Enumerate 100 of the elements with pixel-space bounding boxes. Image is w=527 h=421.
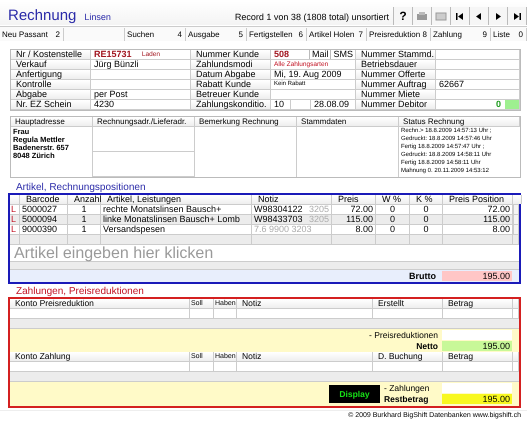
- column-header: Konto Preisreduktion: [10, 299, 190, 308]
- toolbar-button[interactable]: Neu Passant 2: [0, 28, 64, 41]
- column-header: Notiz: [237, 299, 373, 308]
- field-label: Zahlundsmodi: [191, 60, 271, 70]
- table-cell: 72.00: [332, 205, 376, 214]
- field-label: Betreuer Kunde: [191, 90, 271, 100]
- table-cell: 1: [68, 215, 101, 224]
- column-header: Hauptadresse: [11, 117, 93, 127]
- line-flag: L: [10, 225, 20, 234]
- note-text: W98433703: [254, 215, 303, 224]
- column-header: Notiz: [237, 352, 373, 361]
- table-cell: rechte Monatslinsen Bausch+: [101, 205, 252, 214]
- note-code: 7.6 9900 3203: [254, 225, 312, 234]
- field-label: Kontrolle: [11, 80, 91, 90]
- field-label: Nr. EZ Schein: [11, 100, 91, 110]
- total-label: Brutto: [409, 271, 436, 281]
- first-record-icon[interactable]: [454, 10, 466, 22]
- column-header: Erstellt: [373, 299, 443, 308]
- table-cell: linke Monatslinsen Bausch+ Lomb: [101, 215, 252, 224]
- toolbar-button[interactable]: Liste 0: [491, 28, 527, 41]
- last-record-icon[interactable]: [511, 10, 523, 22]
- summary-label: - Zahlungen: [384, 383, 430, 393]
- field-label: Nummer Miete: [356, 90, 436, 100]
- toolbar-button[interactable]: Preisreduktion 8: [367, 28, 431, 41]
- due-date: 28.08.09: [312, 100, 350, 109]
- field-label: Nummer Kunde: [191, 50, 271, 60]
- status-indicator: [505, 100, 519, 109]
- table-cell: 0: [410, 205, 443, 214]
- toolbar-button[interactable]: Zahlung 9: [431, 28, 491, 41]
- column-header: Notiz: [252, 195, 332, 204]
- field-label: Nummer Stammd.: [356, 50, 436, 60]
- note-code: 3205: [308, 215, 329, 224]
- table-cell: 1: [68, 205, 101, 214]
- column-header: D. Buchung: [373, 352, 443, 361]
- debtor-number: 0: [496, 100, 501, 109]
- column-header: Betrag: [443, 352, 513, 361]
- table-cell: 0: [376, 205, 410, 214]
- field-value: Mi, 19. Aug 2009: [274, 70, 342, 79]
- total-label: Restbetrag: [384, 394, 430, 404]
- field-label: Nummer Auftrag: [356, 80, 436, 90]
- toolbar-button[interactable]: Suchen 4: [125, 28, 186, 41]
- table-cell: 9000390: [20, 225, 68, 234]
- field-label: Nr / Kostenstelle: [11, 50, 91, 60]
- line-flag: L: [10, 205, 20, 214]
- toolbar-button[interactable]: Fertigstellen 6: [247, 28, 307, 41]
- note-text: W98304122: [254, 205, 303, 214]
- display-button[interactable]: Display: [329, 384, 380, 402]
- field-value: 4230: [94, 100, 114, 109]
- column-header: Betrag: [443, 299, 513, 308]
- field-value: 62667: [439, 80, 464, 89]
- net-total: 195.00: [442, 341, 512, 351]
- table-cell: 0: [376, 225, 410, 234]
- column-header: Preis Position: [443, 195, 513, 204]
- contact-button[interactable]: SMS: [330, 50, 355, 59]
- table-cell: 5000027: [20, 205, 68, 214]
- section-title: Artikel, Rechnungspositionen: [15, 182, 146, 193]
- gross-total: 195.00: [442, 271, 512, 281]
- invoice-number: RE15731: [94, 50, 132, 59]
- card-icon[interactable]: [435, 10, 447, 22]
- toolbar-button[interactable]: Artikel Holen 7: [307, 28, 367, 41]
- column-header: Anzahl: [68, 195, 101, 204]
- scrollbar-segment[interactable]: [513, 215, 519, 224]
- column-header: Status Rechnung: [399, 117, 520, 127]
- reduction-total: [442, 330, 512, 340]
- line-flag: L: [10, 215, 20, 224]
- record-status: Record 1 von 38 (1808 total) unsortiert: [234, 11, 389, 24]
- field-label: Datum Abgabe: [191, 70, 271, 80]
- contact-button[interactable]: Mail: [308, 50, 330, 59]
- column-header: K %: [410, 195, 443, 204]
- table-cell: Versandspesen: [101, 225, 252, 234]
- column-header: Bemerkung Rechnung: [195, 117, 297, 127]
- field-label: Zahlungskonditio.: [191, 100, 271, 110]
- column-header: Konto Zahlung: [10, 352, 190, 361]
- window-title: Rechnung: [8, 7, 76, 25]
- customer-number: 508: [274, 50, 290, 59]
- summary-label: - Preisreduktionen: [368, 330, 438, 340]
- scrollbar-segment[interactable]: [513, 225, 519, 234]
- section-title: Zahlungen, Preisreduktionen: [15, 286, 144, 297]
- field-label: Nummer Offerte: [356, 70, 436, 80]
- field-label: Verkauf: [11, 60, 91, 70]
- table-cell: 0: [376, 215, 410, 224]
- table-cell: 5000094: [20, 215, 68, 224]
- remaining-total: 195.00: [442, 394, 512, 404]
- total-label: Netto: [415, 341, 438, 351]
- field-label: Anfertigung: [11, 70, 91, 80]
- table-cell: 8.00: [332, 225, 376, 234]
- field-label: Rabatt Kunde: [191, 80, 271, 90]
- column-header: Stammdaten: [297, 117, 399, 127]
- printer-icon[interactable]: [416, 10, 428, 22]
- help-button[interactable]: ?: [394, 7, 413, 25]
- toolbar-button[interactable]: Ausgabe 5: [186, 28, 247, 41]
- payment-days: 10: [271, 100, 291, 109]
- table-cell: 115.00: [332, 215, 376, 224]
- column-header: Rechnungsadr./Lieferadr.: [93, 117, 195, 127]
- scrollbar-segment[interactable]: [513, 205, 519, 214]
- payments-total: [442, 383, 512, 393]
- field-label: Betriebsdauer: [356, 60, 436, 70]
- table-cell: 0: [410, 215, 443, 224]
- table-cell: 0: [410, 225, 443, 234]
- field-value: per Post: [94, 90, 128, 99]
